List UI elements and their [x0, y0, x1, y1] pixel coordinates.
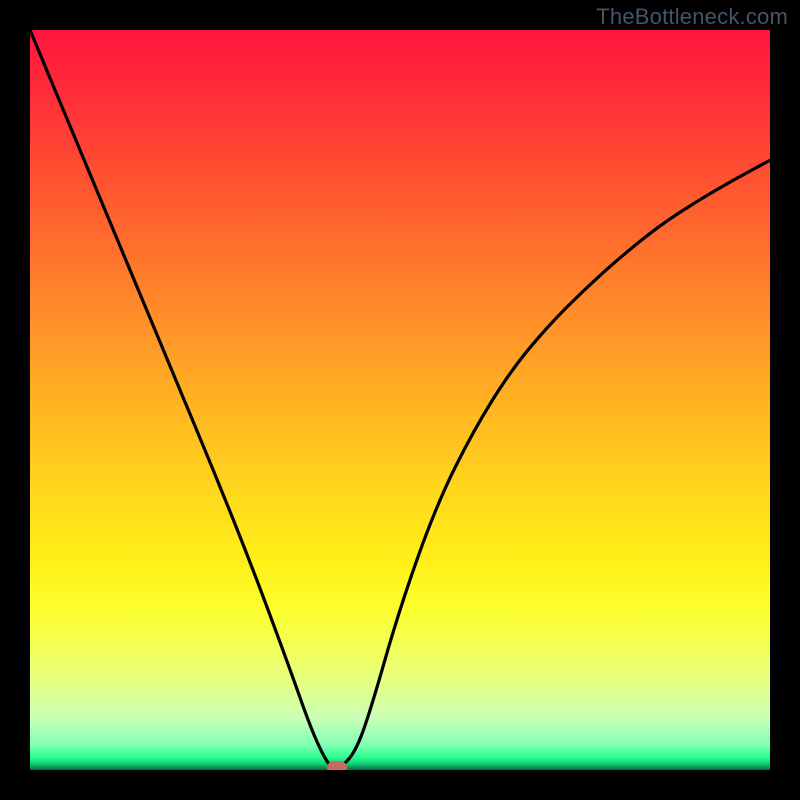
plot-area	[30, 30, 770, 770]
bottleneck-curve	[30, 30, 770, 768]
optimum-marker	[327, 761, 347, 770]
watermark-text: TheBottleneck.com	[596, 4, 788, 30]
chart-frame: TheBottleneck.com	[0, 0, 800, 800]
curve-svg	[30, 30, 770, 770]
